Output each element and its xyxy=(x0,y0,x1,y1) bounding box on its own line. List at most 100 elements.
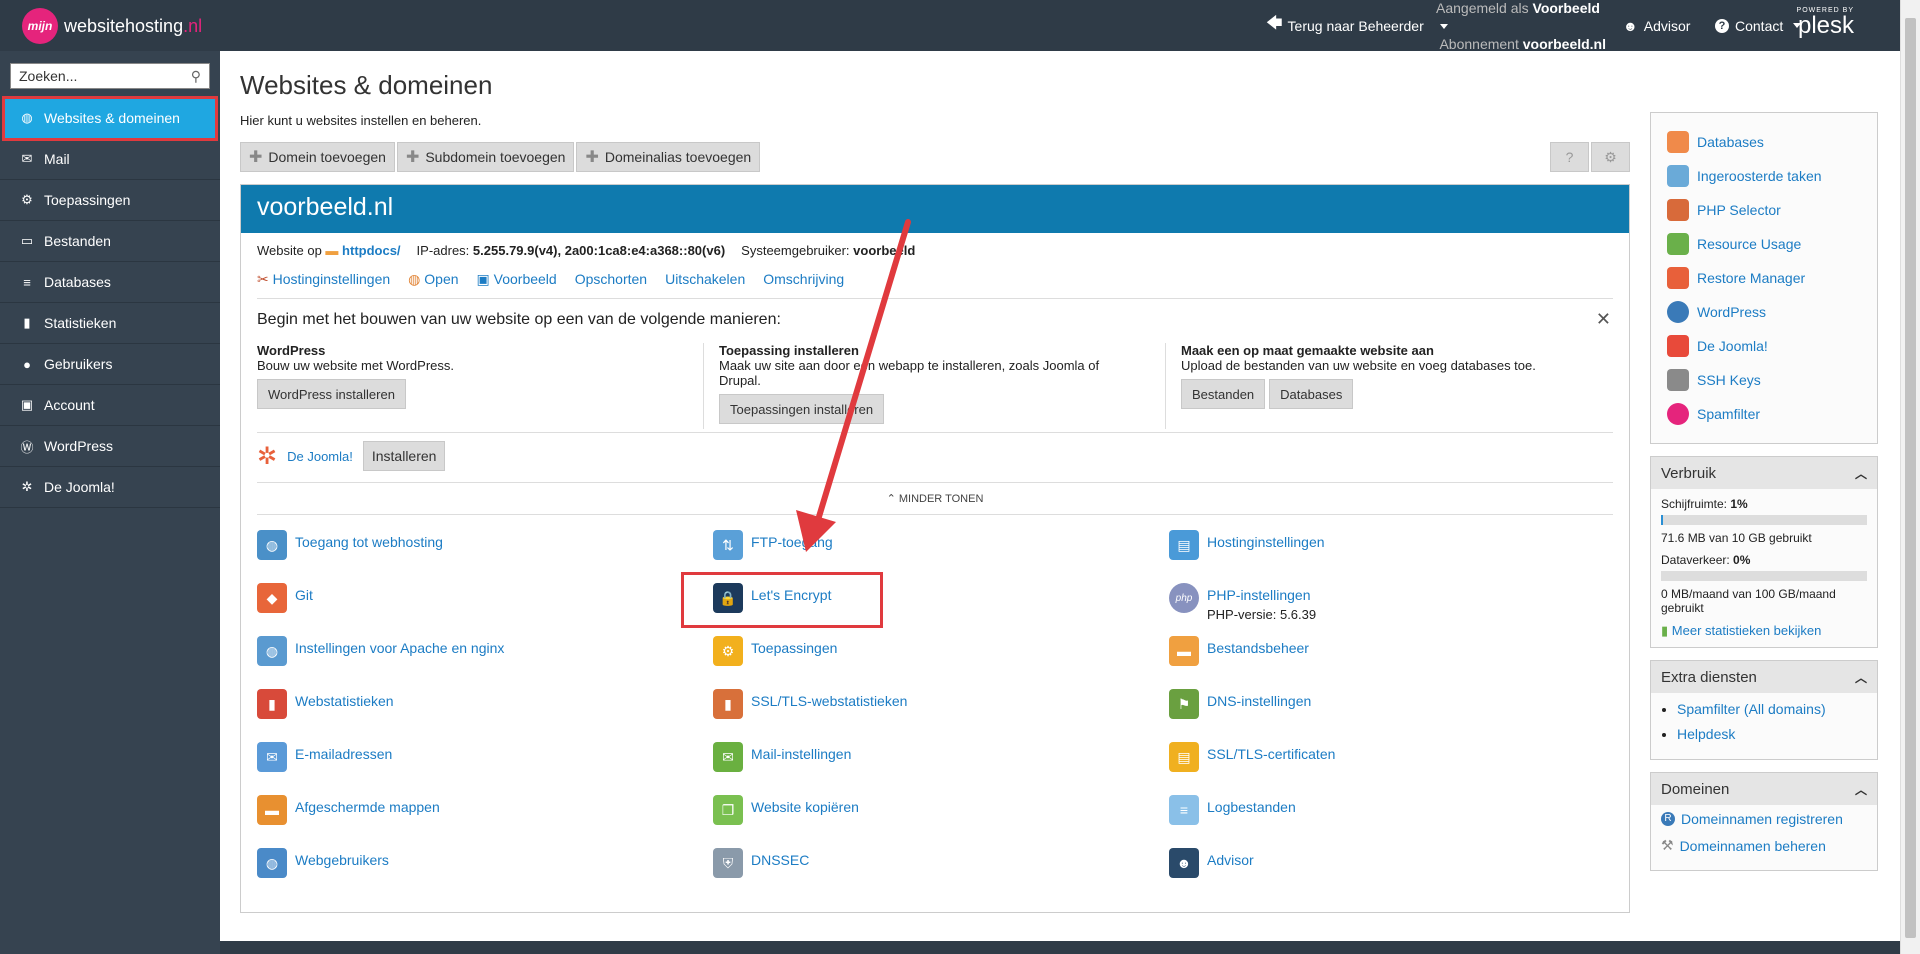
register-domains-link[interactable]: R Domeinnamen registreren xyxy=(1661,811,1867,827)
add-domain-alias-button[interactable]: ✚ Domeinalias toevoegen xyxy=(576,142,761,172)
sidebar-item-mail[interactable]: ✉ Mail xyxy=(0,139,220,180)
tool-email-addresses[interactable]: ✉ E-mailadressen xyxy=(257,742,677,772)
tool-ssl-certificates[interactable]: ▤ SSL/TLS-certificaten xyxy=(1169,742,1589,772)
joomla-install-button[interactable]: Installeren xyxy=(362,441,446,471)
sidebar-item-wordpress[interactable]: Ⓦ WordPress xyxy=(0,426,220,467)
domains-box: Domeinen ︿ R Domeinnamen registreren ⚒ Dome… xyxy=(1650,772,1878,871)
databases-button[interactable]: Databases xyxy=(1269,379,1354,409)
sidebar-item-label: Bestanden xyxy=(44,233,111,249)
right-link-joomla[interactable]: De Joomla! xyxy=(1667,329,1861,363)
usage-header[interactable]: Verbruik ︿ xyxy=(1651,457,1877,489)
sidebar-item-files[interactable]: ▭ Bestanden xyxy=(0,221,220,262)
extra-services-header[interactable]: Extra diensten ︿ xyxy=(1651,661,1877,693)
sidebar-item-databases[interactable]: ≡ Databases xyxy=(0,262,220,303)
spamfilter-all-link[interactable]: Spamfilter (All domains) xyxy=(1677,701,1826,717)
scrollbar[interactable] xyxy=(1900,0,1920,954)
contact-menu[interactable]: ? Contact xyxy=(1715,0,1802,51)
right-link-ssh-keys[interactable]: SSH Keys xyxy=(1667,363,1861,397)
install-wordpress-button[interactable]: WordPress installeren xyxy=(257,379,406,409)
domain-title[interactable]: voorbeeld.nl xyxy=(241,185,1629,233)
tool-applications[interactable]: ⚙ Toepassingen xyxy=(713,636,1133,666)
sidebar-item-account[interactable]: ▣ Account xyxy=(0,385,220,426)
tool-webhosting-access[interactable]: ◍ Toegang tot webhosting xyxy=(257,530,677,560)
right-link-scheduled-tasks[interactable]: Ingeroosterde taken xyxy=(1667,159,1861,193)
files-button[interactable]: Bestanden xyxy=(1181,379,1266,409)
tool-label: Webgebruikers xyxy=(295,852,389,868)
joomla-link[interactable]: De Joomla! xyxy=(287,449,353,464)
sidebar-item-statistics[interactable]: ▮ Statistieken xyxy=(0,303,220,344)
show-less-toggle[interactable]: ⌃ MINDER TONEN xyxy=(257,482,1613,515)
sidebar-item-applications[interactable]: ⚙ Toepassingen xyxy=(0,180,220,221)
tool-dnssec[interactable]: ⛨ DNSSEC xyxy=(713,848,1133,878)
tool-ssl-web-statistics[interactable]: ▮ SSL/TLS-webstatistieken xyxy=(713,689,1133,719)
tool-label: DNSSEC xyxy=(751,852,810,868)
tool-apache-nginx[interactable]: ◍ Instellingen voor Apache en nginx xyxy=(257,636,677,666)
disk-text: 71.6 MB van 10 GB gebruikt xyxy=(1661,531,1812,545)
suspend-link[interactable]: Opschorten xyxy=(575,271,647,288)
add-subdomain-label: Subdomein toevoegen xyxy=(425,149,566,165)
tool-dns-settings[interactable]: ⚑ DNS-instellingen xyxy=(1169,689,1589,719)
account-icon: ▣ xyxy=(20,397,34,412)
add-subdomain-button[interactable]: ✚ Subdomein toevoegen xyxy=(396,142,575,172)
advisor-link[interactable]: ☻ Advisor xyxy=(1623,0,1690,51)
right-link-php-selector[interactable]: PHP Selector xyxy=(1667,193,1861,227)
tool-mail-settings[interactable]: ✉ Mail-instellingen xyxy=(713,742,1133,772)
locked-folder-icon: ▬ xyxy=(257,795,287,825)
settings-button[interactable]: ⚙ xyxy=(1591,142,1630,172)
right-link-spamfilter[interactable]: Spamfilter xyxy=(1667,397,1861,431)
preview-link[interactable]: ▣ Voorbeeld xyxy=(477,271,557,288)
helpdesk-link[interactable]: Helpdesk xyxy=(1677,726,1735,742)
tool-hosting-settings[interactable]: ▤ Hostinginstellingen xyxy=(1169,530,1589,560)
sidebar-item-joomla[interactable]: ✲ De Joomla! xyxy=(0,467,220,508)
tool-copy-website[interactable]: ❐ Website kopiëren xyxy=(713,795,1133,825)
tool-ftp-access[interactable]: ⇅ FTP-toegang xyxy=(713,530,1133,560)
description-link[interactable]: Omschrijving xyxy=(763,271,844,288)
subscription-value: voorbeeld.nl xyxy=(1522,35,1606,52)
tool-web-statistics[interactable]: ▮ Webstatistieken xyxy=(257,689,677,719)
mail-settings-icon: ✉ xyxy=(713,742,743,772)
close-icon[interactable]: ✕ xyxy=(1596,309,1611,330)
tool-git[interactable]: ◆ Git xyxy=(257,583,677,613)
sidebar-item-users[interactable]: ● Gebruikers xyxy=(0,344,220,385)
domains-header[interactable]: Domeinen ︿ xyxy=(1651,773,1877,805)
register-icon: R xyxy=(1661,812,1675,826)
back-to-admin-link[interactable]: 🡄 Terug naar Beheerder xyxy=(1266,0,1424,51)
search-icon[interactable]: ⚲ xyxy=(191,68,201,85)
sidebar-item-websites[interactable]: ◍ Websites & domeinen xyxy=(2,96,218,141)
build-col-text: Maak uw site aan door een webapp te inst… xyxy=(719,358,1100,388)
website-dir-link[interactable]: httpdocs/ xyxy=(342,243,401,258)
right-link-restore-manager[interactable]: Restore Manager xyxy=(1667,261,1861,295)
owl-icon: ☻ xyxy=(1169,848,1199,878)
subscription-label: Abonnement xyxy=(1439,35,1519,52)
build-col-apps: Toepassing installeren Maak uw site aan … xyxy=(719,343,1139,424)
install-applications-button[interactable]: Toepassingen installeren xyxy=(719,394,885,424)
right-link-resource-usage[interactable]: Resource Usage xyxy=(1667,227,1861,261)
add-domain-alias-label: Domeinalias toevoegen xyxy=(604,149,752,165)
open-link[interactable]: ◍ Open xyxy=(408,271,458,288)
gear-icon: ⚙ xyxy=(713,636,743,666)
more-stats-link[interactable]: ▮ Meer statistieken bekijken xyxy=(1661,623,1867,639)
resource-chart-icon xyxy=(1667,233,1689,255)
tool-protected-dirs[interactable]: ▬ Afgeschermde mappen xyxy=(257,795,677,825)
logo[interactable]: mijn websitehosting.nl xyxy=(22,8,202,44)
right-link-databases[interactable]: Databases xyxy=(1667,125,1861,159)
account-info[interactable]: Aangemeld als Voorbeeld Abonnement voorb… xyxy=(1436,0,1606,52)
right-link-label: De Joomla! xyxy=(1697,338,1768,354)
hosting-settings-link[interactable]: ✂ Hostinginstellingen xyxy=(257,271,390,288)
wordpress-icon xyxy=(1667,301,1689,323)
help-button[interactable]: ? xyxy=(1550,142,1589,172)
search-placeholder: Zoeken... xyxy=(19,68,78,84)
disable-link[interactable]: Uitschakelen xyxy=(665,271,745,288)
scrollbar-thumb[interactable] xyxy=(1905,18,1916,938)
tool-logs[interactable]: ≡ Logbestanden xyxy=(1169,795,1589,825)
right-link-wordpress[interactable]: WordPress xyxy=(1667,295,1861,329)
tool-php-settings[interactable]: php PHP-instellingen PHP-versie: 5.6.39 xyxy=(1169,583,1589,622)
add-domain-button[interactable]: ✚ Domein toevoegen xyxy=(240,142,395,172)
manage-domains-link[interactable]: ⚒ Domeinnamen beheren xyxy=(1661,837,1867,854)
sidebar-item-label: Gebruikers xyxy=(44,356,113,372)
search-input[interactable]: Zoeken... ⚲ xyxy=(10,63,210,89)
right-link-label: Resource Usage xyxy=(1697,236,1802,252)
tool-file-manager[interactable]: ▬ Bestandsbeheer xyxy=(1169,636,1589,666)
tool-advisor[interactable]: ☻ Advisor xyxy=(1169,848,1589,878)
tool-web-users[interactable]: ◍ Webgebruikers xyxy=(257,848,677,878)
